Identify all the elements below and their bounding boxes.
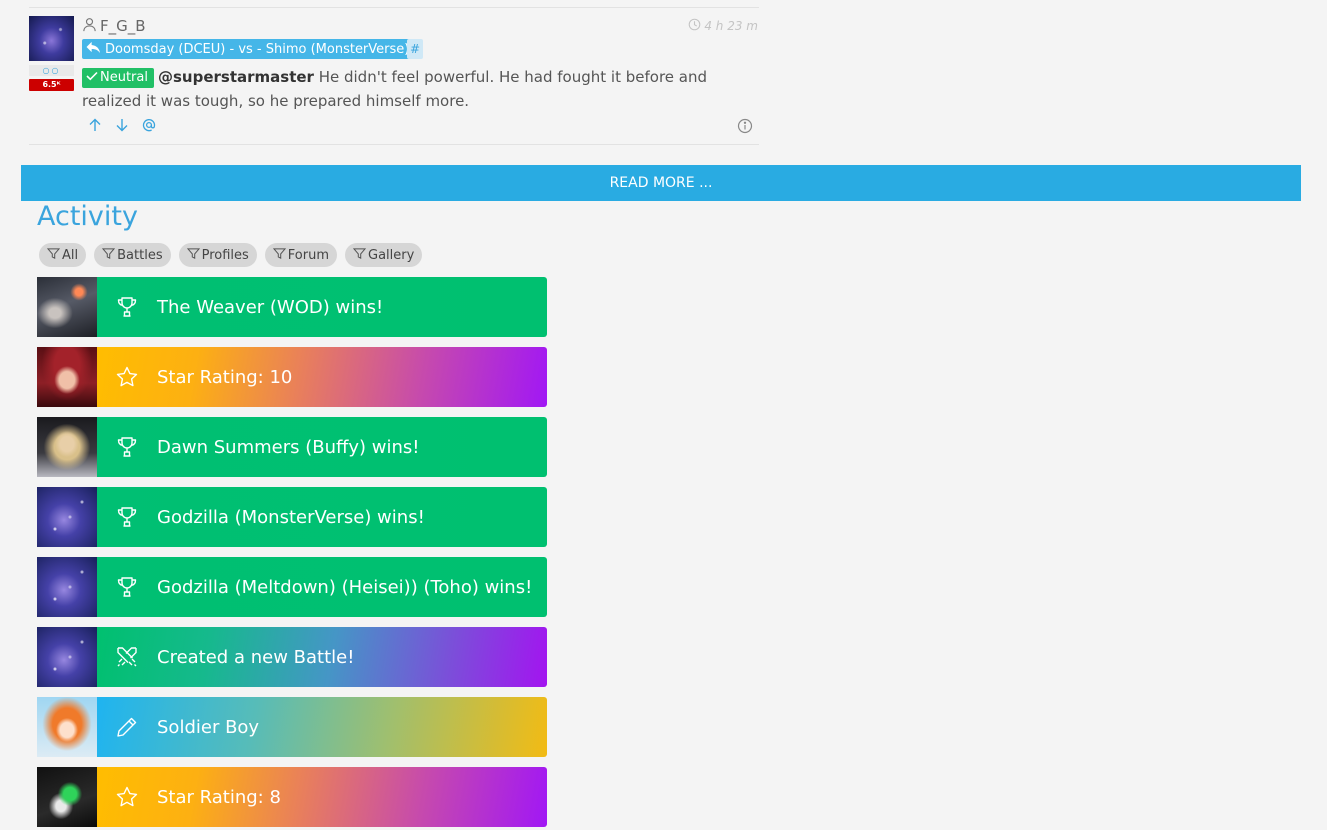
filter-all[interactable]: All [39, 243, 87, 267]
filter-battles[interactable]: Battles [94, 243, 171, 267]
activity-text: Dawn Summers (Buffy) wins! [157, 436, 420, 458]
activity-item[interactable]: Created a new Battle! [37, 627, 547, 687]
filter-profiles[interactable]: Profiles [178, 243, 257, 267]
info-icon[interactable] [737, 118, 753, 134]
pencil-icon [97, 715, 157, 739]
filter-gallery[interactable]: Gallery [345, 243, 423, 267]
activity-bar[interactable]: Star Rating: 8 [97, 767, 547, 827]
read-more-button[interactable]: READ MORE ... [21, 165, 1301, 201]
filter-icon [272, 247, 286, 264]
activity-text: Created a new Battle! [157, 646, 355, 668]
activity-bar[interactable]: Godzilla (Meltdown) (Heisei)) (Toho) win… [97, 557, 547, 617]
clock-icon [688, 18, 701, 34]
activity-item[interactable]: Dawn Summers (Buffy) wins! [37, 417, 547, 477]
activity-bar[interactable]: Created a new Battle! [97, 627, 547, 687]
activity-text: Soldier Boy [157, 716, 260, 738]
post-actions [88, 117, 156, 135]
battle-link[interactable]: Doomsday (DCEU) - vs - Shimo (MonsterVer… [82, 39, 414, 59]
avatar-stats: ○○ [29, 65, 74, 76]
mention-link[interactable]: @superstarmaster [158, 68, 314, 86]
trophy-icon [97, 575, 157, 599]
activity-thumbnail[interactable] [37, 487, 97, 547]
activity-heading: Activity [37, 201, 138, 232]
check-icon [86, 70, 100, 85]
rank-badge: 6.5ᴷ [29, 79, 74, 91]
user-icon [82, 17, 97, 36]
filter-label: All [62, 247, 79, 263]
activity-feed: The Weaver (WOD) wins! Star Rating: 10 D… [37, 277, 547, 830]
filter-icon [46, 247, 61, 264]
filter-forum[interactable]: Forum [264, 243, 338, 267]
activity-bar[interactable]: Star Rating: 10 [97, 347, 547, 407]
reply-icon [86, 41, 101, 58]
activity-filters: All Battles Profiles Forum Gallery [39, 243, 423, 267]
filter-icon [101, 247, 116, 264]
activity-thumbnail[interactable] [37, 277, 97, 337]
timestamp-text: 4 h 23 m [704, 19, 758, 33]
downvote-arrow-icon[interactable] [115, 117, 129, 136]
filter-icon [186, 247, 200, 264]
filter-label: Battles [117, 247, 163, 263]
battle-link-text: Doomsday (DCEU) - vs - Shimo (MonsterVer… [105, 41, 410, 57]
filter-icon [352, 247, 367, 264]
activity-item[interactable]: Star Rating: 8 [37, 767, 547, 827]
activity-thumbnail[interactable] [37, 697, 97, 757]
username-text: F_G_B [100, 17, 146, 35]
stance-text: Neutral [100, 70, 148, 85]
filter-label: Gallery [368, 247, 415, 263]
permalink-hash[interactable]: # [407, 39, 423, 59]
post-timestamp: 4 h 23 m [688, 17, 758, 35]
activity-text: Star Rating: 10 [157, 366, 293, 388]
activity-text: Star Rating: 8 [157, 786, 281, 808]
activity-thumbnail[interactable] [37, 347, 97, 407]
trophy-icon [97, 505, 157, 529]
activity-text: Godzilla (MonsterVerse) wins! [157, 506, 425, 528]
comment-post: ○○ 6.5ᴷ F_G_B 4 h 23 m Doomsday (DCEU) -… [29, 7, 759, 145]
activity-text: The Weaver (WOD) wins! [157, 296, 384, 318]
page: ○○ 6.5ᴷ F_G_B 4 h 23 m Doomsday (DCEU) -… [0, 0, 1327, 830]
activity-item[interactable]: Godzilla (MonsterVerse) wins! [37, 487, 547, 547]
filter-label: Forum [287, 247, 330, 263]
post-username[interactable]: F_G_B [82, 17, 146, 35]
upvote-arrow-icon[interactable] [88, 117, 102, 136]
activity-thumbnail[interactable] [37, 767, 97, 827]
crossed-swords-icon [97, 645, 157, 669]
activity-bar[interactable]: Soldier Boy [97, 697, 547, 757]
at-mention-icon[interactable] [142, 117, 156, 136]
user-avatar[interactable] [29, 16, 74, 61]
activity-item[interactable]: Soldier Boy [37, 697, 547, 757]
star-icon [97, 365, 157, 389]
activity-thumbnail[interactable] [37, 627, 97, 687]
activity-thumbnail[interactable] [37, 417, 97, 477]
activity-item[interactable]: Godzilla (Meltdown) (Heisei)) (Toho) win… [37, 557, 547, 617]
activity-bar[interactable]: Godzilla (MonsterVerse) wins! [97, 487, 547, 547]
activity-thumbnail[interactable] [37, 557, 97, 617]
post-body: Neutral @superstarmaster He didn't feel p… [82, 65, 759, 113]
activity-bar[interactable]: Dawn Summers (Buffy) wins! [97, 417, 547, 477]
trophy-icon [97, 435, 157, 459]
activity-item[interactable]: Star Rating: 10 [37, 347, 547, 407]
stance-badge: Neutral [82, 68, 154, 88]
activity-bar[interactable]: The Weaver (WOD) wins! [97, 277, 547, 337]
star-icon [97, 785, 157, 809]
trophy-icon [97, 295, 157, 319]
filter-label: Profiles [201, 247, 249, 263]
activity-text: Godzilla (Meltdown) (Heisei)) (Toho) win… [157, 576, 533, 598]
activity-item[interactable]: The Weaver (WOD) wins! [37, 277, 547, 337]
